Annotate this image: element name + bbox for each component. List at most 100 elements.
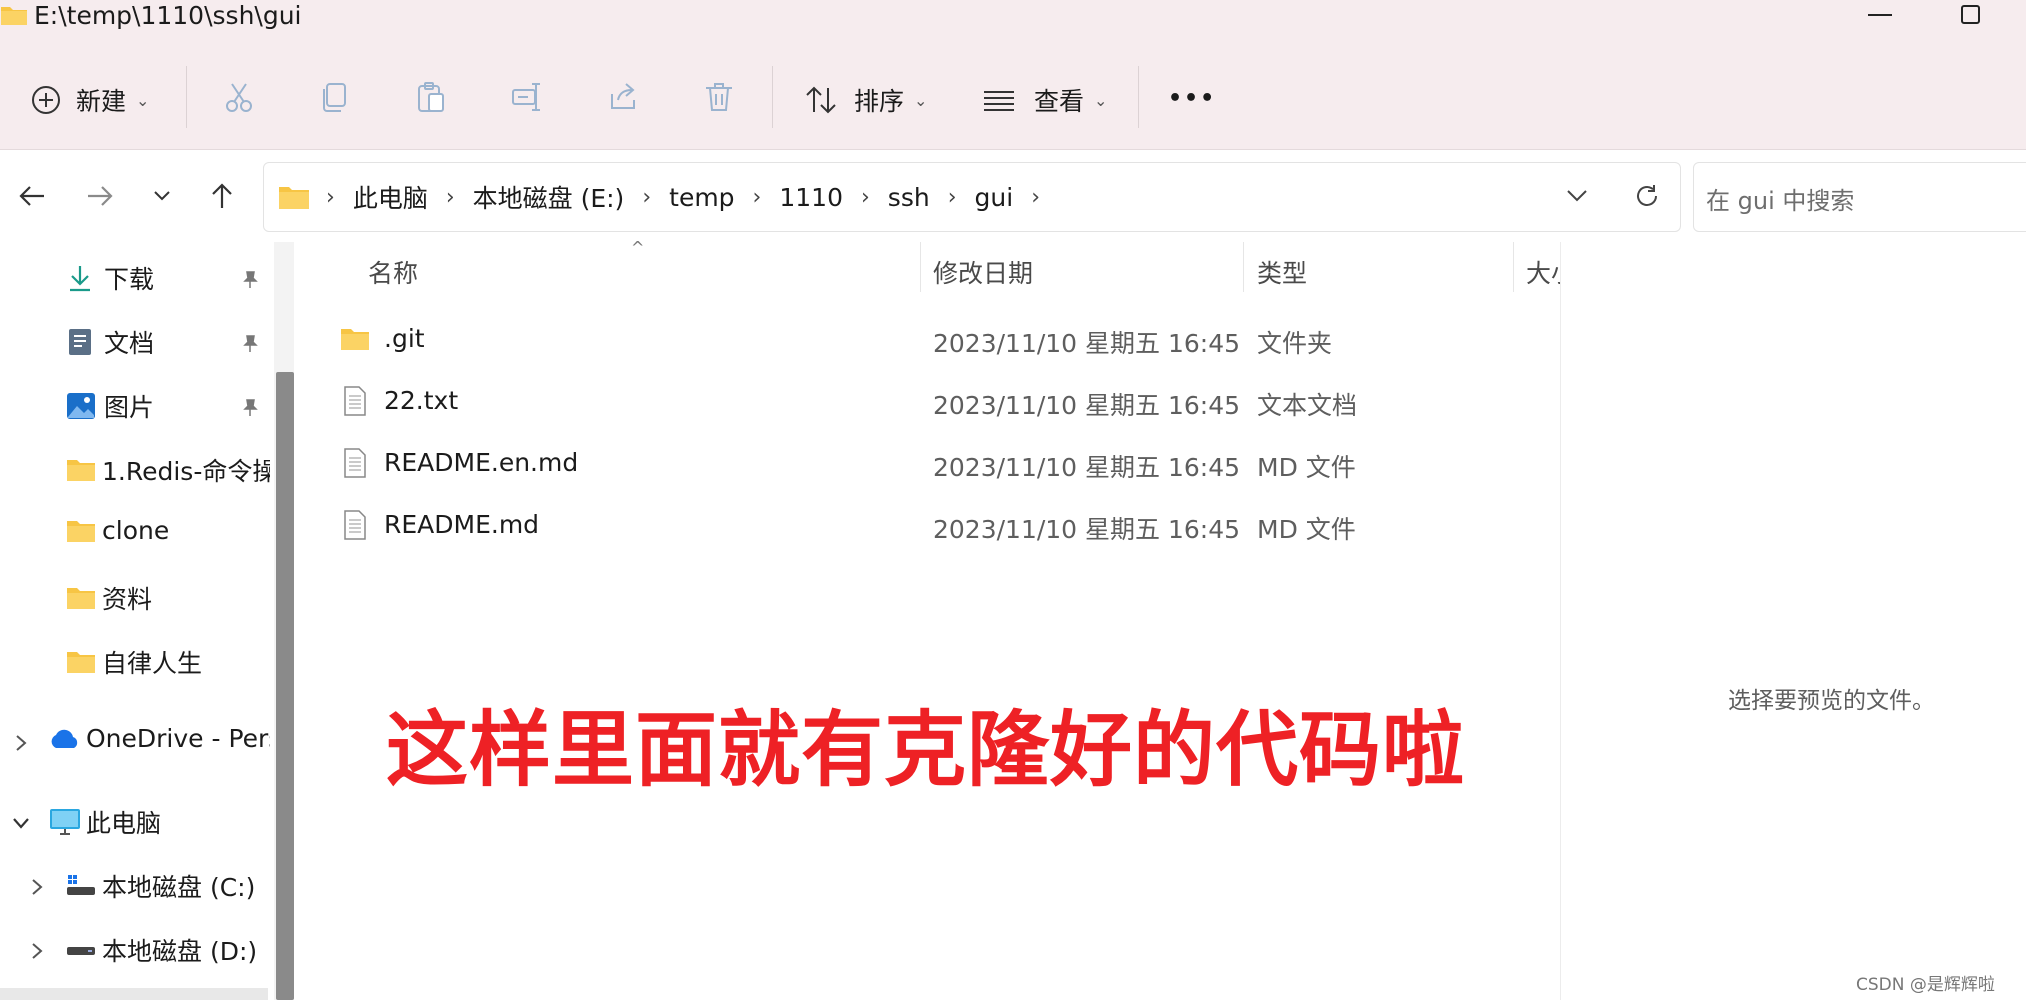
new-button[interactable]: 新建 ⌄ [30,82,149,118]
back-button[interactable] [12,176,52,216]
sidebar-item-label: 1.Redis-命令操 [102,457,270,486]
maximize-button[interactable] [1961,5,1980,24]
pin-icon[interactable] [240,270,260,290]
crumb-this-pc[interactable]: 此电脑 [353,179,428,215]
share-icon[interactable] [606,80,640,114]
watermark: CSDN @是辉辉啦 [1856,975,1995,995]
chevron-down-icon: ⌄ [914,90,928,110]
preview-pane-divider[interactable] [1560,242,1561,1000]
chevron-down-icon: ⌄ [136,90,150,110]
sidebar-item-pictures[interactable]: 图片 [66,388,154,424]
address-bar[interactable]: › 此电脑 › 本地磁盘 (E:) › temp › 1110 › ssh › … [263,162,1681,232]
chevron-right-icon: › [445,184,455,210]
chevron-down-icon: ⌄ [1094,90,1108,110]
text-file-icon [344,386,366,416]
cloud-icon [51,729,78,748]
folder-icon [67,652,95,673]
sidebar-bottom-item [0,988,268,1000]
rename-icon[interactable] [510,80,544,114]
pin-icon[interactable] [240,398,260,418]
sidebar-item-documents[interactable]: 文档 [66,324,154,360]
crumb-temp[interactable]: temp [669,183,734,212]
picture-icon [67,393,95,419]
file-date: 2023/11/10 星期五 16:45 [933,515,1241,544]
sidebar-item-drive-d[interactable]: 本地磁盘 (D:) [66,932,257,968]
view-list-icon [984,91,1014,111]
address-history-chevron-icon[interactable] [1566,189,1588,203]
paste-icon[interactable] [414,80,448,114]
chevron-right-icon[interactable] [26,876,48,898]
sidebar-item-label: 本地磁盘 (C:) [102,873,256,902]
file-name: .git [384,324,425,353]
column-header-type[interactable]: 类型 [1257,254,1307,290]
chevron-right-icon: › [860,184,870,210]
sidebar-item-this-pc[interactable]: 此电脑 [48,804,161,840]
column-divider[interactable] [920,242,921,292]
search-input[interactable]: 在 gui 中搜索 [1706,181,1854,216]
more-icon: ••• [1168,86,1217,111]
file-name: README.en.md [384,448,579,477]
sidebar-item-label: 此电脑 [86,809,162,838]
column-divider[interactable] [1243,242,1244,292]
delete-icon[interactable] [702,80,736,114]
column-header-size[interactable]: 大小 [1526,254,1560,290]
pin-icon[interactable] [240,334,260,354]
column-divider[interactable] [1513,242,1514,292]
crumb-1110[interactable]: 1110 [779,183,843,212]
sidebar-item-redis[interactable]: 1.Redis-命令操 [66,452,270,488]
folder-icon [1,7,27,25]
sidebar-item-onedrive[interactable]: OneDrive - Pers [48,724,270,753]
search-box[interactable]: 在 gui 中搜索 [1693,162,2026,232]
sidebar-scrollbar-thumb[interactable] [276,372,294,1000]
document-icon [69,329,91,355]
recent-locations-button[interactable] [142,176,182,216]
folder-icon [67,588,95,609]
sidebar-item-downloads[interactable]: 下载 [66,260,154,296]
arrow-right-icon [88,186,113,206]
chevron-right-icon: › [642,184,652,210]
chevron-right-icon[interactable] [26,940,48,962]
column-header-date[interactable]: 修改日期 [933,254,1033,290]
sidebar-item-drive-c[interactable]: 本地磁盘 (C:) [66,868,255,904]
column-header-name[interactable]: 名称 [368,254,418,290]
folder-icon [67,520,95,542]
download-icon [70,266,90,292]
file-row[interactable]: README.en.md 2023/11/10 星期五 16:45 MD 文件 [340,436,1540,494]
copy-icon[interactable] [318,80,352,114]
refresh-icon[interactable] [1634,183,1660,209]
folder-icon [279,187,309,209]
minimize-button[interactable] [1868,14,1892,16]
chevron-right-icon[interactable] [10,732,32,754]
sidebar-item-self-discipline[interactable]: 自律人生 [66,644,202,680]
crumb-drive-e[interactable]: 本地磁盘 (E:) [473,179,625,215]
drive-icon [67,947,95,955]
file-row[interactable]: .git 2023/11/10 星期五 16:45 文件夹 [340,312,1540,370]
up-button[interactable] [202,176,242,216]
window-title: E:\temp\1110\ssh\gui [34,1,302,30]
file-name: 22.txt [384,386,459,415]
sidebar-item-label: 本地磁盘 (D:) [102,937,258,966]
crumb-gui[interactable]: gui [975,183,1014,212]
sidebar-item-label: 图片 [104,393,155,422]
file-type: 文件夹 [1257,329,1333,358]
sort-arrows-icon [806,86,836,114]
folder-icon [67,460,95,481]
forward-button[interactable] [80,176,120,216]
chevron-down-icon[interactable] [10,812,32,834]
sort-button[interactable]: 排序 ⌄ [804,82,927,118]
sidebar-item-clone[interactable]: clone [66,516,169,545]
sidebar-item-label: 文档 [104,329,155,358]
file-row[interactable]: 22.txt 2023/11/10 星期五 16:45 文本文档 [340,374,1540,432]
chevron-right-icon: › [326,184,335,210]
divider [1138,66,1139,128]
cut-icon[interactable] [222,80,256,114]
sort-ascending-icon: ^ [631,238,645,257]
crumb-ssh[interactable]: ssh [888,183,930,212]
sidebar-item-label: OneDrive - Pers [86,724,270,753]
more-button[interactable]: ••• [1168,86,1216,111]
title-bar: E:\temp\1110\ssh\gui [0,0,2026,34]
sidebar-item-materials[interactable]: 资料 [66,580,152,616]
chevron-right-icon: › [752,184,762,210]
file-row[interactable]: README.md 2023/11/10 星期五 16:45 MD 文件 [340,498,1540,556]
view-button[interactable]: 查看 ⌄ [982,82,1107,118]
